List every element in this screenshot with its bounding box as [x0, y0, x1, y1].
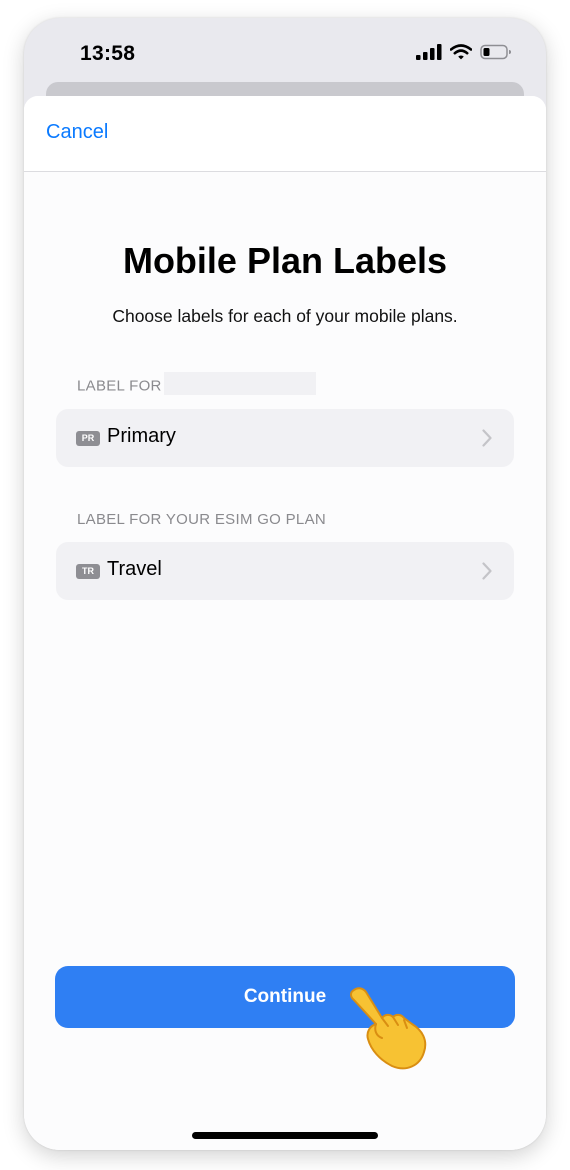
chevron-right-icon — [482, 562, 492, 580]
cellular-signal-icon — [416, 44, 442, 60]
plan-label-value: Primary — [107, 425, 176, 447]
home-indicator[interactable] — [192, 1132, 378, 1139]
phone-frame: 13:58 Cancel Mobile Plan Labels Choose l… — [24, 18, 546, 1150]
redacted-phone-number — [163, 372, 316, 395]
plan-label-value: Travel — [107, 558, 162, 580]
section-header-travel: LABEL FOR YOUR ESIM GO PLAN — [77, 511, 327, 528]
plan-badge-icon: PR — [76, 431, 100, 446]
pointing-hand-icon — [350, 987, 427, 1070]
page-title: Mobile Plan Labels — [122, 240, 448, 281]
page-subtitle: Choose labels for each of your mobile pl… — [112, 306, 458, 326]
plan-label-cell-travel[interactable]: TR Travel — [56, 542, 514, 600]
plan-label-cell-primary[interactable]: PR Primary — [56, 409, 514, 467]
wifi-icon — [450, 44, 472, 60]
modal-sheet: Cancel Mobile Plan Labels Choose labels … — [24, 96, 546, 1150]
status-time: 13:58 — [80, 42, 136, 65]
chevron-right-icon — [482, 429, 492, 447]
status-icons — [416, 44, 512, 60]
section-header-primary: LABEL FOR — [77, 372, 316, 398]
navigation-bar: Cancel — [24, 96, 546, 172]
battery-icon — [480, 44, 511, 60]
continue-button[interactable]: Continue — [55, 966, 515, 1028]
section-header-primary-label: LABEL FOR — [77, 377, 162, 395]
status-bar: 13:58 — [24, 18, 546, 88]
cancel-button[interactable]: Cancel — [46, 121, 108, 144]
plan-badge-icon: TR — [76, 564, 100, 579]
